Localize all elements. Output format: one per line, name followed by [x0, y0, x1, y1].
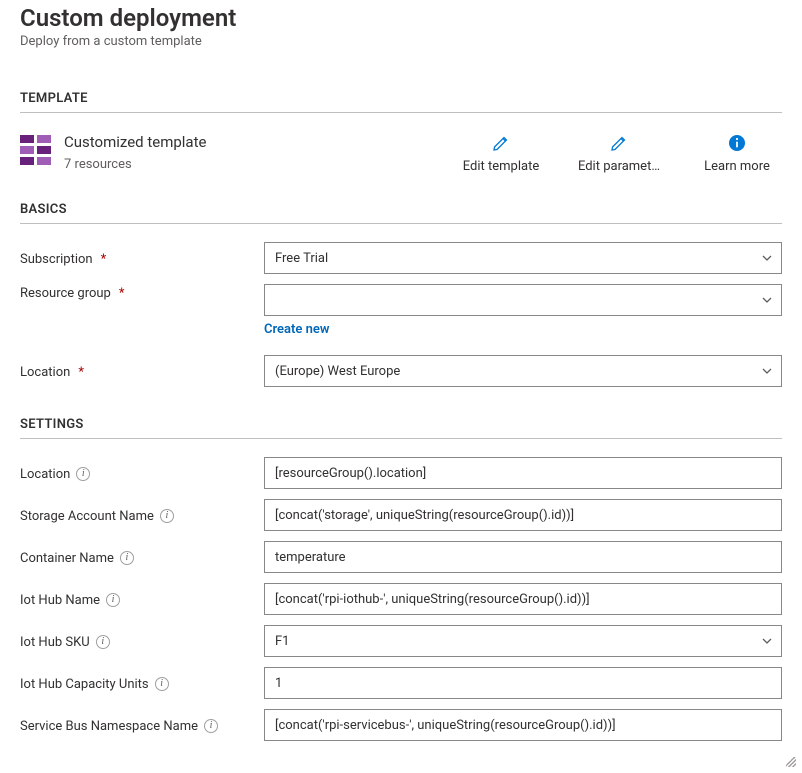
section-header-settings: SETTINGS: [20, 417, 782, 432]
settings-value: F1: [275, 634, 290, 649]
divider: [20, 438, 782, 439]
template-row: Customized template 7 resources Edit tem…: [20, 125, 782, 202]
info-icon[interactable]: i: [204, 719, 218, 733]
template-title: Customized template: [64, 133, 206, 151]
resource-group-label: Resource group*: [20, 284, 264, 301]
settings-input[interactable]: [264, 709, 782, 741]
info-icon: [728, 133, 746, 153]
divider: [20, 223, 782, 224]
template-icon: [20, 135, 52, 167]
settings-row: Container Namei: [20, 541, 782, 573]
settings-row: Iot Hub Namei: [20, 583, 782, 615]
edit-parameters-label: Edit paramet…: [578, 159, 660, 174]
required-icon: *: [119, 286, 125, 301]
template-resources-count: 7 resources: [64, 157, 206, 172]
required-icon: *: [78, 365, 84, 380]
info-icon[interactable]: i: [155, 677, 169, 691]
settings-input[interactable]: [264, 583, 782, 615]
settings-label: Container Namei: [20, 549, 264, 566]
settings-input[interactable]: [264, 457, 782, 489]
settings-row: Iot Hub SKUi F1: [20, 625, 782, 657]
edit-parameters-button[interactable]: Edit paramet…: [574, 133, 664, 174]
settings-label: Iot Hub Namei: [20, 591, 264, 608]
required-icon: *: [101, 252, 107, 267]
chevron-down-icon: [761, 635, 773, 647]
divider: [20, 112, 782, 113]
subscription-select[interactable]: Free Trial: [264, 242, 782, 274]
chevron-down-icon: [761, 365, 773, 377]
create-new-link[interactable]: Create new: [264, 322, 329, 337]
page-subtitle: Deploy from a custom template: [20, 34, 782, 49]
location-basics-label: Location*: [20, 363, 264, 380]
info-icon[interactable]: i: [76, 467, 90, 481]
info-icon[interactable]: i: [96, 635, 110, 649]
chevron-down-icon: [761, 294, 773, 306]
location-basics-value: (Europe) West Europe: [275, 364, 400, 379]
resource-group-select[interactable]: [264, 284, 782, 316]
settings-label: Service Bus Namespace Namei: [20, 717, 264, 734]
edit-template-label: Edit template: [463, 159, 539, 174]
settings-row: Iot Hub Capacity Unitsi: [20, 667, 782, 699]
learn-more-label: Learn more: [704, 159, 770, 174]
resize-handle-icon[interactable]: [20, 751, 782, 761]
settings-input[interactable]: [264, 541, 782, 573]
template-summary[interactable]: Customized template 7 resources: [20, 133, 206, 172]
pencil-icon: [492, 133, 510, 153]
settings-label: Locationi: [20, 465, 264, 482]
settings-input[interactable]: [264, 667, 782, 699]
edit-template-button[interactable]: Edit template: [456, 133, 546, 174]
settings-row: Storage Account Namei: [20, 499, 782, 531]
settings-label: Storage Account Namei: [20, 507, 264, 524]
settings-input[interactable]: [264, 499, 782, 531]
info-icon[interactable]: i: [160, 509, 174, 523]
settings-label: Iot Hub SKUi: [20, 633, 264, 650]
info-icon[interactable]: i: [120, 551, 134, 565]
chevron-down-icon: [761, 252, 773, 264]
learn-more-button[interactable]: Learn more: [692, 133, 782, 174]
subscription-value: Free Trial: [275, 251, 328, 266]
location-basics-select[interactable]: (Europe) West Europe: [264, 355, 782, 387]
pencil-icon: [610, 133, 628, 153]
settings-select[interactable]: F1: [264, 625, 782, 657]
settings-row: Service Bus Namespace Namei: [20, 709, 782, 741]
settings-row: Locationi: [20, 457, 782, 489]
page-title: Custom deployment: [20, 4, 782, 32]
info-icon[interactable]: i: [106, 593, 120, 607]
subscription-label: Subscription*: [20, 250, 264, 267]
section-header-basics: BASICS: [20, 202, 782, 217]
section-header-template: TEMPLATE: [20, 91, 782, 106]
settings-label: Iot Hub Capacity Unitsi: [20, 675, 264, 692]
